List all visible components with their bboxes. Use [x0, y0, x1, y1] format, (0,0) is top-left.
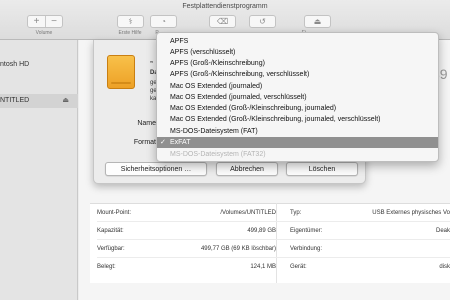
- external-drive-icon: [107, 55, 135, 89]
- window-title: Festplattendienstprogramm: [182, 3, 268, 10]
- sidebar-item-macintosh-hd[interactable]: ntosh HD: [0, 58, 78, 72]
- menu-item-apfs-case-sensitive-encrypted[interactable]: APFS (Groß-/Kleinschreibung, verschlüsse…: [170, 69, 438, 80]
- erase-button[interactable]: ⌫: [209, 15, 236, 28]
- remove-volume-button[interactable]: −: [45, 16, 62, 27]
- stethoscope-icon: ⚕: [128, 17, 133, 26]
- volume-label: Volume: [35, 30, 53, 36]
- menu-item-ms-dos-fat32: MS-DOS-Dateisystem (FAT32): [170, 151, 266, 158]
- menu-item-mac-os-extended-case-sensitive-journaled-encrypted[interactable]: Mac OS Extended (Groß-/Kleinschreibung, …: [170, 114, 438, 125]
- info-row-owner: Eigentümer: Deak: [290, 228, 450, 234]
- security-options-button[interactable]: Sicherheitsoptionen …: [105, 162, 207, 176]
- menu-item-mac-os-extended-journaled-encrypted[interactable]: Mac OS Extended (journaled, verschlüssel…: [170, 92, 438, 103]
- sheet-title: „: [150, 58, 153, 64]
- menu-item-apfs-encrypted[interactable]: APFS (verschlüsselt): [170, 47, 438, 58]
- restore-icon: ↺: [259, 17, 266, 26]
- erase-confirm-button[interactable]: Löschen: [286, 162, 358, 176]
- volume-segmented-control: + −: [27, 15, 63, 28]
- sidebar: ntosh HD NTITLED ⏏: [0, 40, 78, 300]
- cancel-button[interactable]: Abbrechen: [216, 162, 278, 176]
- add-volume-button[interactable]: +: [28, 16, 45, 27]
- sidebar-item-label: ntosh HD: [0, 61, 30, 68]
- partition-button[interactable]: ◔: [150, 15, 177, 28]
- menu-item-mac-os-extended-journaled[interactable]: Mac OS Extended (journaled): [170, 81, 438, 92]
- name-label: Name: [137, 120, 156, 127]
- unmount-icon: ⏏: [313, 17, 322, 26]
- info-row-mount-point: Mount-Point: /Volumes/UNTITLED: [97, 210, 276, 216]
- sidebar-item-untitled[interactable]: NTITLED ⏏: [0, 94, 78, 108]
- erase-icon: ⌫: [216, 17, 229, 26]
- eject-icon[interactable]: ⏏: [62, 94, 69, 108]
- info-row-type: Typ: USB Externes physisches Vo: [290, 210, 450, 216]
- format-label: Format: [133, 139, 156, 146]
- first-aid-label: Erste Hilfe: [118, 30, 142, 36]
- info-row-used: Belegt: 124,1 MB: [97, 264, 276, 270]
- info-row-connection: Verbindung:: [290, 246, 323, 252]
- sidebar-item-label: NTITLED: [0, 97, 30, 104]
- menu-item-mac-os-extended-case-sensitive-journaled[interactable]: Mac OS Extended (Groß-/Kleinschreibung, …: [170, 103, 438, 114]
- info-row-available: Verfügbar: 499,77 GB (69 KB löschbar): [97, 246, 276, 252]
- menu-item-exfat[interactable]: ✓ ExFAT: [157, 137, 438, 148]
- menu-item-ms-dos-fat[interactable]: MS-DOS-Dateisystem (FAT): [170, 126, 438, 137]
- restore-button[interactable]: ↺: [249, 15, 276, 28]
- menu-item-apfs[interactable]: APFS: [170, 36, 438, 47]
- info-row-device: Gerät: disk: [290, 264, 450, 270]
- unmount-button[interactable]: ⏏: [304, 15, 331, 28]
- info-row-capacity: Kapazität: 499,89 GB: [97, 228, 276, 234]
- partition-icon: ◔: [161, 17, 166, 26]
- first-aid-button[interactable]: ⚕: [117, 15, 144, 28]
- menu-item-apfs-case-sensitive[interactable]: APFS (Groß-/Kleinschreibung): [170, 58, 438, 69]
- menu-item-label: ExFAT: [170, 139, 191, 146]
- checkmark-icon: ✓: [160, 139, 166, 146]
